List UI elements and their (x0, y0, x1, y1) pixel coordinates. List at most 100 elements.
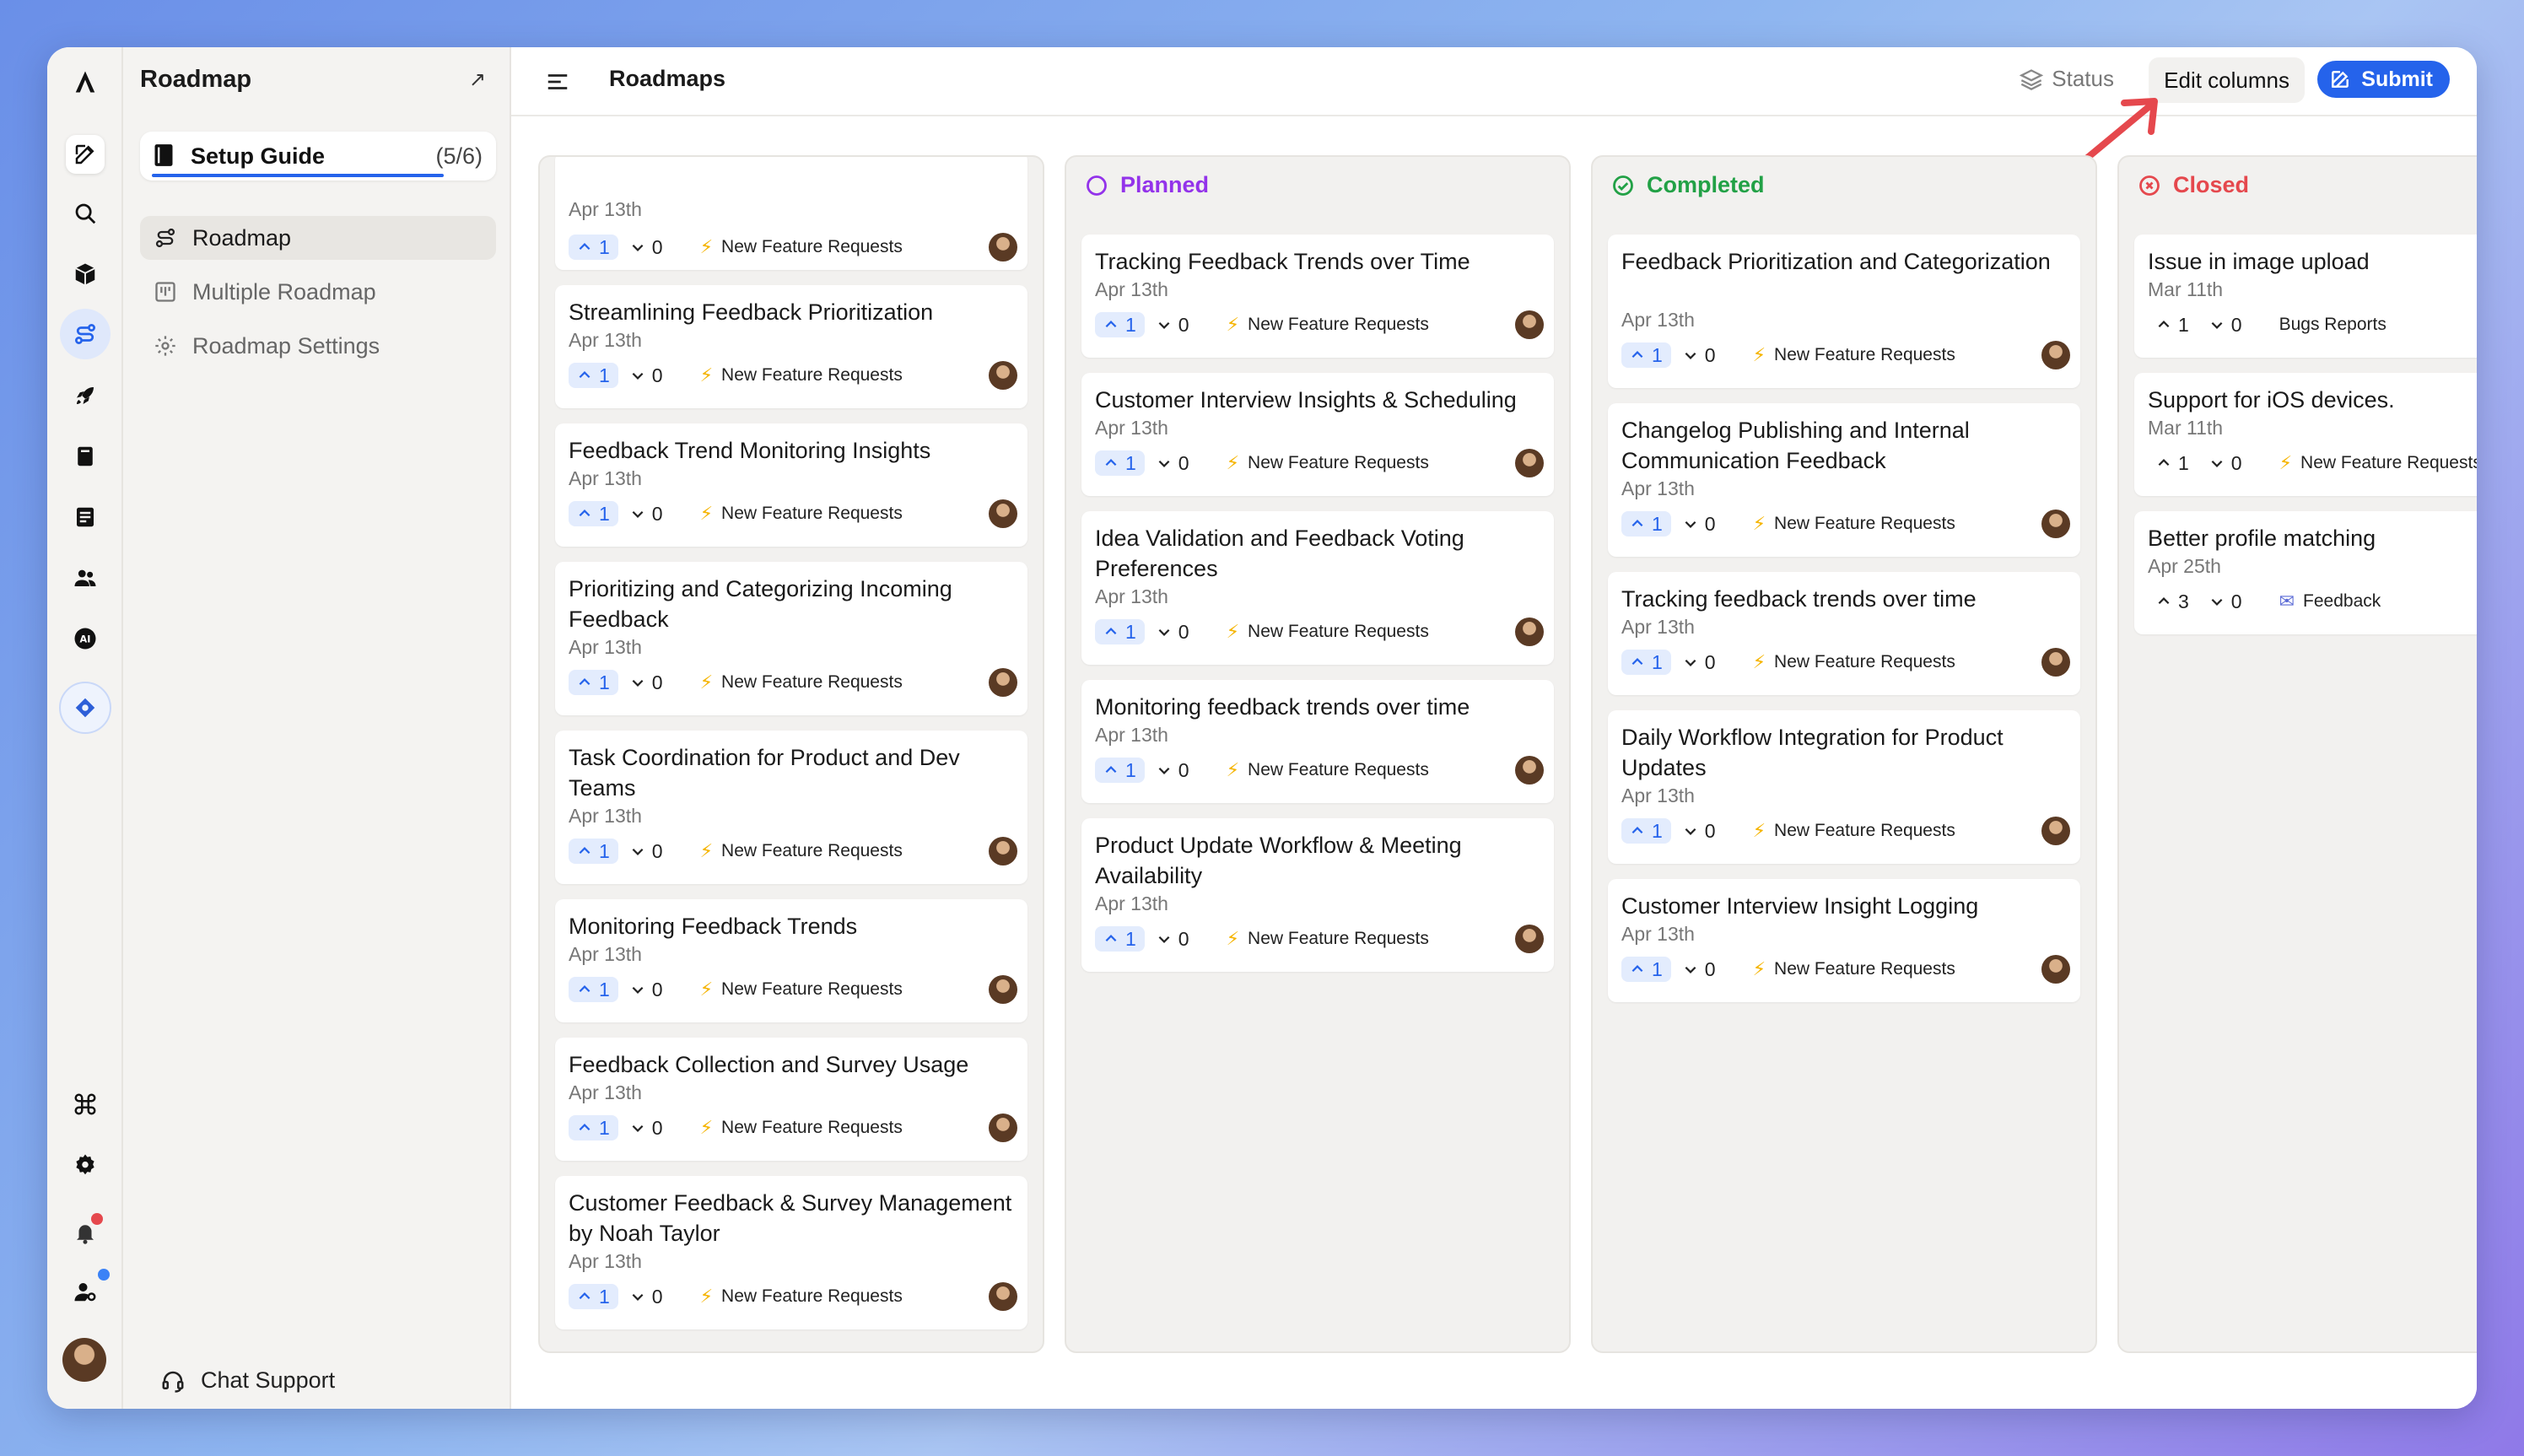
category-tag[interactable]: ⚡ New Feature Requests (1227, 759, 1429, 781)
upvote-button[interactable]: 1 (569, 363, 618, 388)
downvote-button[interactable]: 0 (630, 1117, 663, 1140)
downvote-button[interactable]: 0 (2209, 452, 2242, 475)
upvote-button[interactable]: 1 (1095, 312, 1145, 337)
downvote-button[interactable]: 0 (1157, 314, 1189, 337)
roadmap-card[interactable]: Customer Feedback & Survey Management by… (555, 1176, 1027, 1329)
downvote-button[interactable]: 0 (1683, 651, 1716, 674)
assignee-avatar[interactable] (1515, 925, 1544, 953)
submit-button[interactable]: Submit (2317, 61, 2450, 98)
upvote-button[interactable]: 1 (569, 1115, 618, 1141)
roadmap-icon[interactable] (60, 309, 111, 359)
upvote-button[interactable]: 1 (1095, 450, 1145, 476)
downvote-button[interactable]: 0 (630, 503, 663, 526)
upvote-button[interactable]: 1 (2148, 312, 2198, 337)
assignee-avatar[interactable] (2041, 817, 2070, 845)
downvote-button[interactable]: 0 (2209, 314, 2242, 337)
downvote-button[interactable]: 0 (1683, 820, 1716, 843)
setup-guide-button[interactable]: Setup Guide (5/6) (140, 132, 496, 181)
category-tag[interactable]: Bugs Reports (2279, 315, 2386, 335)
notification-icon[interactable] (66, 1213, 105, 1252)
upvote-button[interactable]: 1 (2148, 450, 2198, 476)
downvote-button[interactable]: 0 (1683, 344, 1716, 367)
assignee-avatar[interactable] (989, 361, 1017, 390)
upvote-button[interactable]: 1 (1621, 650, 1671, 675)
downvote-button[interactable]: 0 (1683, 958, 1716, 981)
assignee-avatar[interactable] (989, 1282, 1017, 1311)
assignee-avatar[interactable] (2041, 648, 2070, 677)
roadmap-card[interactable]: Daily Workflow Integration for Product U… (1608, 710, 2080, 864)
roadmap-card[interactable]: Customer Interview Insights & Scheduling… (1081, 373, 1554, 496)
category-tag[interactable]: ✉ Feedback (2279, 590, 2381, 612)
category-tag[interactable]: ⚡ New Feature Requests (2279, 452, 2477, 474)
column-header[interactable]: Planned (1085, 172, 1209, 198)
category-tag[interactable]: ⚡ New Feature Requests (1753, 344, 1955, 366)
roadmap-card[interactable]: Idea Validation and Feedback Voting Pref… (1081, 511, 1554, 665)
downvote-button[interactable]: 0 (1157, 621, 1189, 644)
changelog-icon[interactable] (66, 498, 105, 537)
category-tag[interactable]: ⚡ New Feature Requests (700, 671, 903, 693)
assignee-avatar[interactable] (989, 668, 1017, 697)
column-header[interactable]: Completed (1611, 172, 1765, 198)
upvote-button[interactable]: 1 (1621, 511, 1671, 537)
menu-icon[interactable] (545, 69, 570, 94)
box-icon[interactable] (66, 255, 105, 294)
rocket-icon[interactable] (66, 376, 105, 415)
roadmap-card[interactable]: Feedback Collection and Survey Usage Apr … (555, 1038, 1027, 1161)
roadmap-card[interactable]: Product Update Workflow & Meeting Availa… (1081, 818, 1554, 972)
roadmap-card[interactable]: Feedback Trend Monitoring Insights Apr 13… (555, 423, 1027, 547)
category-tag[interactable]: ⚡ New Feature Requests (1753, 958, 1955, 980)
user-settings-icon[interactable] (66, 1269, 110, 1311)
assignee-avatar[interactable] (989, 499, 1017, 528)
assignee-avatar[interactable] (1515, 617, 1544, 646)
category-tag[interactable]: ⚡ New Feature Requests (1753, 651, 1955, 673)
logo-icon[interactable] (66, 62, 105, 101)
upvote-button[interactable]: 1 (569, 977, 618, 1002)
column-header[interactable]: Closed (2138, 172, 2249, 198)
upvote-button[interactable]: 1 (569, 839, 618, 864)
category-tag[interactable]: ⚡ New Feature Requests (1227, 621, 1429, 643)
roadmap-card[interactable]: Customer Interview Insight Logging Apr 13… (1608, 879, 2080, 1002)
users-icon[interactable] (66, 558, 105, 597)
category-tag[interactable]: ⚡ New Feature Requests (1227, 928, 1429, 950)
roadmap-card[interactable]: Tracking feedback trends over time Apr 13… (1608, 572, 2080, 695)
roadmap-card[interactable]: Monitoring Feedback Trends Apr 13th 1 0 ⚡ New… (555, 899, 1027, 1022)
upvote-button[interactable]: 1 (1095, 758, 1145, 783)
category-tag[interactable]: ⚡ New Feature Requests (700, 979, 903, 1000)
expand-icon[interactable]: ↗ (469, 67, 486, 92)
edit-columns-button[interactable]: Edit columns (2149, 57, 2305, 103)
chat-support-button[interactable]: Chat Support (160, 1367, 335, 1394)
assignee-avatar[interactable] (1515, 756, 1544, 785)
downvote-button[interactable]: 0 (630, 236, 663, 259)
downvote-button[interactable]: 0 (630, 364, 663, 387)
roadmap-card[interactable]: Issue in image upload Mar 11th 1 0 Bugs Repo… (2134, 235, 2477, 358)
roadmap-card[interactable]: Monitoring feedback trends over time Apr … (1081, 680, 1554, 803)
roadmap-card[interactable]: Feedback Prioritization and Categorizati… (1608, 235, 2080, 388)
downvote-button[interactable]: 0 (630, 671, 663, 694)
upvote-button[interactable]: 1 (569, 670, 618, 695)
category-tag[interactable]: ⚡ New Feature Requests (700, 840, 903, 862)
assignee-avatar[interactable] (989, 975, 1017, 1004)
assignee-avatar[interactable] (989, 1114, 1017, 1142)
assignee-avatar[interactable] (1515, 449, 1544, 477)
upvote-button[interactable]: 1 (569, 235, 618, 260)
category-tag[interactable]: ⚡ New Feature Requests (1227, 452, 1429, 474)
assignee-avatar[interactable] (989, 233, 1017, 262)
avatar[interactable] (62, 1338, 106, 1382)
upvote-button[interactable]: 3 (2148, 589, 2198, 614)
downvote-button[interactable]: 0 (1157, 452, 1189, 475)
assignee-avatar[interactable] (989, 837, 1017, 866)
downvote-button[interactable]: 0 (1157, 928, 1189, 951)
downvote-button[interactable]: 0 (1157, 759, 1189, 782)
ai-icon[interactable]: AI (66, 619, 105, 658)
upvote-button[interactable]: 1 (569, 501, 618, 526)
assignee-avatar[interactable] (2041, 341, 2070, 369)
roadmap-card[interactable]: Task Coordination for Product and Dev Te… (555, 731, 1027, 884)
sidebar-item-roadmap[interactable]: Roadmap (140, 216, 496, 260)
category-tag[interactable]: ⚡ New Feature Requests (700, 364, 903, 386)
sidebar-item-multiple-roadmap[interactable]: Multiple Roadmap (140, 270, 496, 314)
sidebar-item-roadmap-settings[interactable]: Roadmap Settings (140, 324, 496, 368)
category-tag[interactable]: ⚡ New Feature Requests (700, 1117, 903, 1139)
downvote-button[interactable]: 0 (630, 1286, 663, 1308)
downvote-button[interactable]: 0 (630, 840, 663, 863)
roadmap-card[interactable]: Changelog Publishing and Internal Commun… (1608, 403, 2080, 557)
